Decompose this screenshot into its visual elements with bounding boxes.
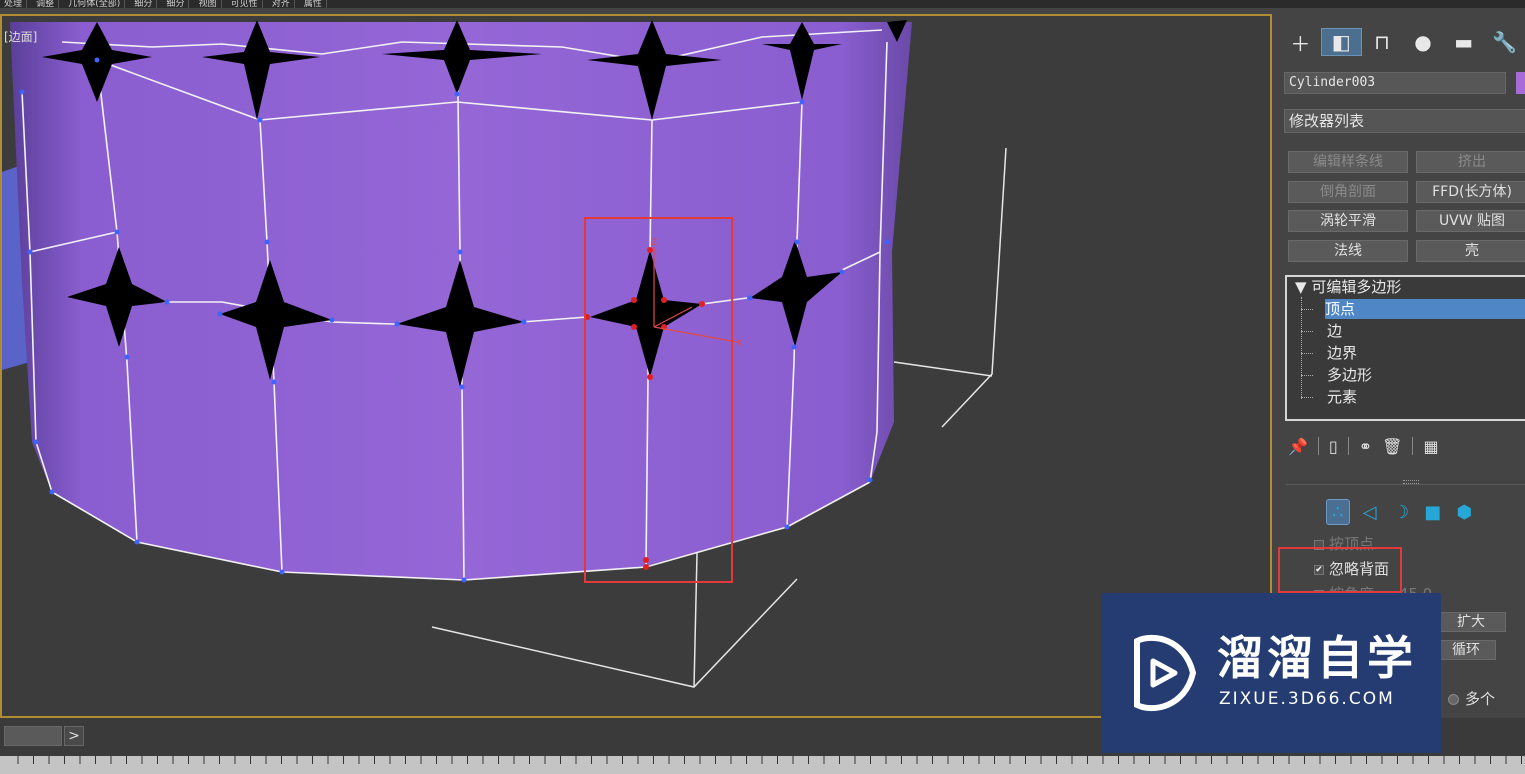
stack-level-polygon[interactable]: 多边形 — [1327, 365, 1372, 385]
radio-icon — [1448, 694, 1459, 705]
modifier-list-dropdown[interactable]: 修改器列表 — [1284, 109, 1525, 133]
element-mode-icon[interactable]: ⬢ — [1452, 499, 1476, 525]
make-unique-icon[interactable]: ⚭ — [1359, 437, 1372, 456]
watermark-title: 溜溜自学 — [1217, 631, 1417, 685]
show-end-result-icon[interactable]: ▯ — [1329, 437, 1338, 456]
modifier-stack: ▼ 可编辑多边形 顶点 边 边界 多边形 元素 — [1285, 275, 1525, 421]
expand-triangle-icon[interactable]: ▼ — [1295, 278, 1311, 296]
grow-button[interactable]: 扩大 — [1436, 612, 1506, 632]
menu-item[interactable]: 可见性 — [227, 0, 263, 8]
ruler-ticks — [17, 756, 1522, 764]
stack-level-border[interactable]: 边界 — [1327, 343, 1357, 363]
menu-item[interactable]: 调整 — [32, 0, 60, 8]
extrude-button[interactable]: 挤出 — [1416, 151, 1525, 173]
edge-mode-icon[interactable]: ◁ — [1358, 499, 1382, 525]
display-tab-icon[interactable]: ▬ — [1443, 28, 1484, 56]
stack-level-vertex[interactable]: 顶点 — [1325, 299, 1525, 319]
menu-item[interactable]: 细分 — [130, 0, 158, 8]
uvw-map-button[interactable]: UVW 贴图 — [1416, 210, 1525, 232]
loop-button[interactable]: 循环 — [1436, 640, 1496, 660]
modify-tab-icon[interactable]: ◧ — [1320, 28, 1362, 56]
utilities-tab-icon[interactable]: 🔧 — [1484, 28, 1525, 56]
menu-item[interactable]: 几何体(全部) — [64, 0, 126, 8]
edit-spline-button[interactable]: 编辑样条线 — [1288, 151, 1408, 173]
border-mode-icon[interactable]: ☽ — [1389, 499, 1413, 525]
bevel-profile-button[interactable]: 倒角剖面 — [1288, 181, 1408, 203]
play-logo-icon — [1134, 634, 1197, 712]
watermark-logo: 溜溜自学 ZIXUE.3D66.COM — [1101, 593, 1441, 753]
normal-button[interactable]: 法线 — [1288, 240, 1408, 262]
menu-item[interactable]: 视图 — [195, 0, 222, 8]
hierarchy-tab-icon[interactable]: ⊓ — [1362, 28, 1403, 56]
stack-root-editable-poly[interactable]: ▼ 可编辑多边形 — [1295, 277, 1401, 297]
configure-modifier-sets-icon[interactable]: ▦ — [1423, 437, 1438, 456]
object-color-swatch[interactable] — [1516, 72, 1525, 94]
highlight-box-ignore-backfacing — [1278, 547, 1402, 593]
multi-radio[interactable]: 多个 — [1448, 688, 1495, 709]
turbosmooth-button[interactable]: 涡轮平滑 — [1288, 210, 1408, 232]
pin-stack-icon[interactable]: 📌 — [1288, 437, 1308, 456]
menu-bar: 处理 调整 几何体(全部) 细分 细分 视图 可见性 对齐 属性 — [0, 0, 1525, 8]
motion-tab-icon[interactable]: ● — [1403, 28, 1444, 56]
subobject-level-icons: ∴ ◁ ☽ ■ ⬢ — [1326, 499, 1476, 525]
remove-modifier-icon[interactable]: 🗑 — [1382, 437, 1402, 456]
time-slider[interactable] — [4, 726, 62, 746]
polygon-mode-icon[interactable]: ■ — [1421, 499, 1445, 525]
gizmo-x-label: X — [736, 339, 742, 349]
rollout-grip[interactable] — [1403, 480, 1419, 484]
watermark-url: ZIXUE.3D66.COM — [1219, 689, 1395, 709]
menu-item[interactable]: 对齐 — [268, 0, 295, 8]
menu-item[interactable]: 处理 — [0, 0, 28, 8]
track-bar-ruler[interactable] — [0, 756, 1525, 774]
object-name-field[interactable]: Cylinder003 — [1284, 72, 1506, 94]
stack-level-element[interactable]: 元素 — [1327, 387, 1357, 407]
shell-button[interactable]: 壳 — [1416, 240, 1525, 262]
ffd-box-button[interactable]: FFD(长方体) — [1416, 181, 1525, 203]
create-tab-icon[interactable]: ＋ — [1280, 28, 1321, 56]
highlight-box-selection — [584, 217, 733, 583]
menu-item[interactable]: 细分 — [162, 0, 190, 8]
vertex-mode-icon[interactable]: ∴ — [1326, 499, 1350, 525]
next-frame-button[interactable]: > — [64, 726, 84, 746]
stack-toolbar: 📌 ▯ ⚭ 🗑 ▦ — [1288, 433, 1518, 459]
command-panel-tabs: ＋ ◧ ⊓ ● ▬ 🔧 — [1280, 28, 1525, 56]
menu-item[interactable]: 属性 — [300, 0, 327, 8]
app-window: 处理 调整 几何体(全部) 细分 细分 视图 可见性 对齐 属性 [边面] Z … — [0, 0, 1525, 774]
viewport-label[interactable]: [边面] — [4, 28, 37, 45]
stack-level-edge[interactable]: 边 — [1327, 321, 1342, 341]
